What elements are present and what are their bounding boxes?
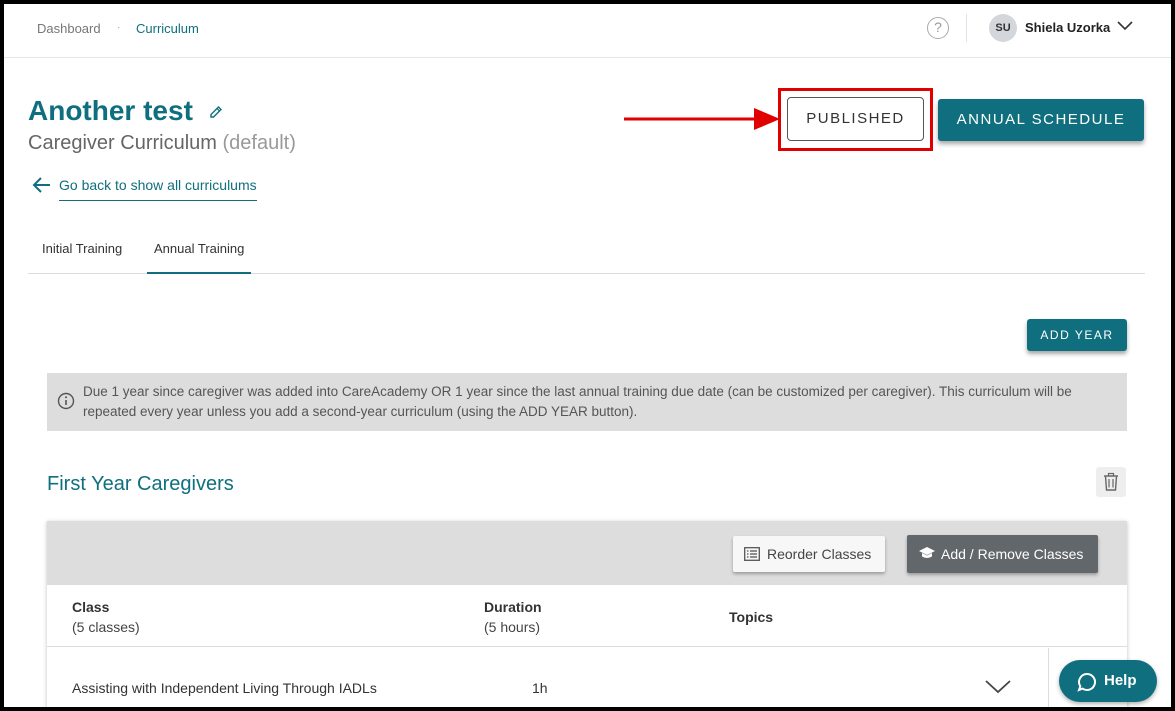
breadcrumb-separator: · — [117, 22, 121, 33]
help-button-label: Help — [1104, 672, 1137, 689]
trash-icon[interactable] — [1102, 472, 1120, 492]
help-circle-icon[interactable]: ? — [927, 17, 949, 39]
row-divider — [1048, 648, 1049, 707]
tab-annual-training[interactable]: Annual Training — [147, 234, 252, 274]
subtitle-default-tag: (default) — [222, 132, 296, 154]
add-year-button[interactable]: ADD YEAR — [1027, 319, 1127, 351]
avatar[interactable]: SU — [989, 14, 1017, 42]
year-section-title: First Year Caregivers — [47, 473, 234, 495]
pencil-icon[interactable] — [208, 104, 224, 120]
chat-bubble-icon — [1077, 672, 1096, 692]
add-remove-classes-button[interactable]: Add / Remove Classes — [907, 535, 1098, 573]
page-title: Another test — [28, 95, 193, 126]
reorder-classes-label: Reorder Classes — [767, 546, 872, 562]
tab-initial-training[interactable]: Initial Training — [42, 234, 122, 274]
help-button[interactable]: Help — [1059, 660, 1157, 702]
column-class-count: (5 classes) — [72, 619, 140, 635]
back-to-curriculums-link[interactable]: Go back to show all curriculums — [59, 177, 257, 201]
breadcrumb-curriculum[interactable]: Curriculum — [136, 21, 199, 36]
annotation-arrow — [624, 108, 780, 130]
delete-year-button[interactable] — [1096, 467, 1126, 497]
chevron-down-icon[interactable] — [983, 676, 1013, 696]
classes-toolbar: Reorder Classes Add / Remove Classes — [47, 521, 1127, 585]
list-icon — [744, 547, 760, 561]
graduation-cap-icon — [919, 547, 935, 558]
info-text: Due 1 year since caregiver was added int… — [83, 384, 1072, 419]
arrow-left-icon[interactable] — [32, 177, 52, 193]
classes-panel: Reorder Classes Add / Remove Classes Cla… — [47, 521, 1127, 707]
annual-schedule-button[interactable]: ANNUAL SCHEDULE — [938, 99, 1144, 141]
row-duration: 1h — [532, 680, 548, 696]
classes-table-header: Class (5 classes) Duration (5 hours) Top… — [47, 585, 1127, 647]
info-icon — [57, 392, 75, 410]
page-subtitle: Caregiver Curriculum (default) — [28, 132, 296, 155]
published-button[interactable]: PUBLISHED — [787, 97, 924, 141]
column-class: Class — [72, 599, 110, 615]
reorder-classes-button[interactable]: Reorder Classes — [733, 536, 885, 572]
breadcrumb-dashboard[interactable]: Dashboard — [37, 21, 101, 36]
table-row[interactable]: Assisting with Independent Living Throug… — [47, 648, 1127, 707]
info-banner: Due 1 year since caregiver was added int… — [47, 373, 1127, 431]
header-divider — [966, 14, 967, 42]
row-class-name: Assisting with Independent Living Throug… — [72, 680, 377, 696]
training-tabs: Initial Training Annual Training — [28, 234, 1145, 274]
column-duration: Duration — [484, 599, 542, 615]
subtitle-text: Caregiver Curriculum — [28, 132, 217, 154]
add-remove-classes-label: Add / Remove Classes — [941, 546, 1084, 562]
user-name[interactable]: Shiela Uzorka — [1025, 20, 1110, 35]
column-topics: Topics — [729, 609, 774, 625]
chevron-down-icon[interactable] — [1116, 18, 1134, 32]
app-window: Dashboard · Curriculum ? SU Shiela Uzork… — [4, 4, 1171, 707]
top-bar: Dashboard · Curriculum ? SU Shiela Uzork… — [4, 4, 1171, 58]
column-duration-total: (5 hours) — [484, 619, 541, 635]
